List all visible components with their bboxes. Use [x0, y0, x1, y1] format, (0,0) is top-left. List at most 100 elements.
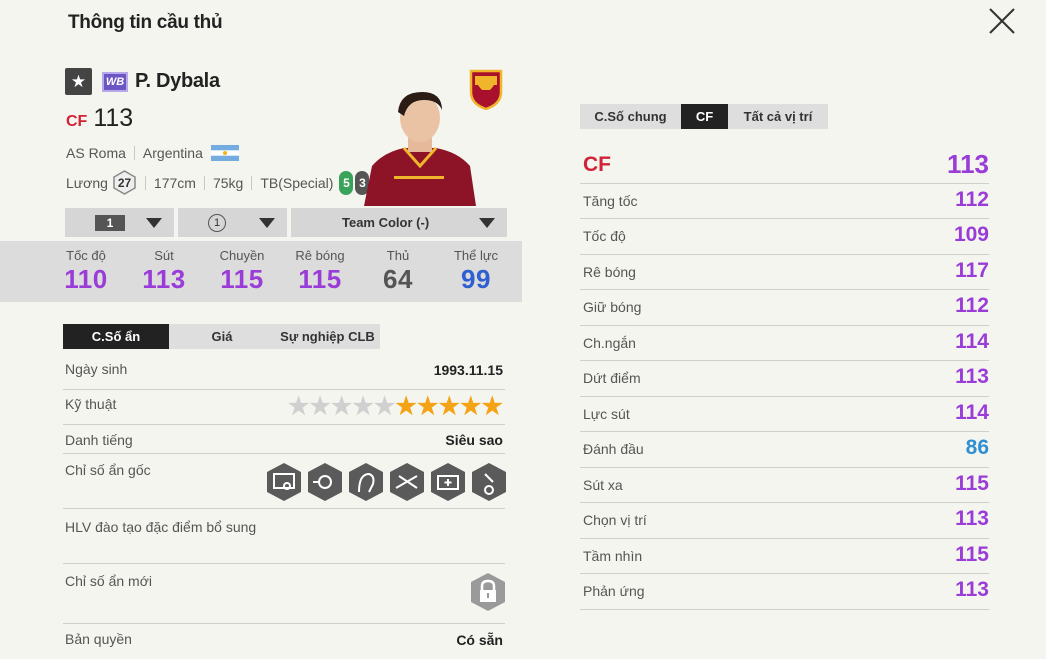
- player-photo: [364, 92, 476, 206]
- divider: [133, 146, 135, 160]
- birthday-row: Ngày sinh 1993.11.15: [63, 354, 505, 390]
- attribute-label: Tầm nhìn: [583, 547, 643, 564]
- attribute-row: Dứt điểm 113: [580, 361, 989, 397]
- divider: [203, 175, 205, 190]
- coach-traits-row: HLV đào tạo đặc điểm bổ sung: [63, 509, 505, 564]
- hidden-traits-label: Chỉ số ẩn gốc: [65, 462, 151, 478]
- skill-star-gray-icon: ★: [287, 393, 310, 420]
- player-name: P. Dybala: [135, 70, 220, 92]
- player-weight: 75kg: [212, 174, 244, 191]
- birthday-value: 1993.11.15: [433, 362, 503, 378]
- stat-pace: Tốc độ 110: [64, 248, 108, 294]
- attribute-value: 117: [955, 258, 989, 282]
- attribute-label: Lực sút: [583, 405, 630, 422]
- overall-rating: 113: [93, 104, 134, 132]
- attribute-row: Phản ứng 113: [580, 574, 989, 610]
- body-type: TB(Special): [260, 174, 334, 191]
- skill-stars: ★★★★★★★★★★: [288, 392, 503, 421]
- skill-star-gray-icon: ★: [309, 393, 331, 420]
- skill-star-icon: ★: [416, 393, 439, 420]
- hidden-traits-icons: [267, 463, 506, 501]
- stat-dribbling: Rê bóng 115: [295, 248, 345, 294]
- weak-foot-left: 5: [339, 170, 354, 195]
- birthday-label: Ngày sinh: [65, 361, 128, 377]
- attribute-label: Phản ứng: [583, 583, 645, 599]
- attribute-row: Lực sút 114: [580, 397, 989, 432]
- attribute-header-row: CF 113: [580, 148, 989, 184]
- attribute-value: 114: [955, 400, 989, 424]
- tab-hidden-stats[interactable]: C.Số ẩn: [63, 324, 169, 349]
- attribute-label: Sút xa: [583, 476, 623, 493]
- attribute-value: 113: [955, 507, 989, 530]
- reputation-label: Danh tiếng: [65, 432, 133, 448]
- tab-general-stats[interactable]: C.Số chung: [580, 104, 681, 129]
- player-header: ★ WB P. Dybala: [65, 68, 220, 95]
- attribute-label: Chọn vị trí: [583, 512, 647, 528]
- favorite-star-icon[interactable]: ★: [65, 68, 92, 95]
- attribute-row: Đánh đầu 86: [580, 432, 989, 468]
- tab-position-cf[interactable]: CF: [681, 104, 728, 129]
- attribute-value: 109: [953, 223, 989, 246]
- attribute-value: 113: [955, 578, 989, 601]
- tab-club-career[interactable]: Sự nghiệp CLB: [275, 324, 380, 349]
- attribute-value: 115: [955, 542, 989, 566]
- skill-label: Kỹ thuật: [65, 396, 117, 412]
- main-stats-band: Tốc độ 110 Sút 113 Chuyền 115 Rê bóng 115 Th…: [0, 241, 522, 302]
- new-traits-label: Chỉ số ẩn mới: [65, 573, 152, 589]
- attribute-value: 115: [955, 471, 989, 495]
- attribute-position-value: 113: [947, 149, 989, 179]
- attribute-value: 112: [955, 187, 989, 211]
- divider: [144, 175, 146, 190]
- argentina-flag-icon: [210, 145, 239, 161]
- skill-star-icon: ★: [481, 393, 503, 420]
- attribute-position-label: CF: [583, 153, 611, 176]
- attribute-row: Chọn vị trí 113: [580, 503, 989, 539]
- tab-all-positions[interactable]: Tất cả vị trí: [728, 104, 828, 129]
- attribute-row: Tăng tốc 112: [580, 184, 989, 219]
- detail-tabs: C.Số ẩn Giá Sự nghiệp CLB: [63, 324, 380, 349]
- position-label: CF: [66, 113, 88, 130]
- attribute-row: Sút xa 115: [580, 468, 989, 503]
- attribute-label: Rê bóng: [583, 263, 636, 280]
- skill-star-gray-icon: ★: [330, 393, 353, 420]
- stat-passing: Chuyền 115: [219, 248, 265, 294]
- chevron-down-icon: [479, 217, 495, 228]
- rank-value: 1: [208, 213, 226, 232]
- season-badge: WB: [102, 71, 128, 92]
- attribute-row: Ch.ngắn 114: [580, 326, 989, 361]
- player-physical-row: Lương 27 177cm 75kg TB(Special) 5 3: [66, 170, 370, 195]
- chevron-down-icon: [146, 217, 162, 228]
- level-dropdown[interactable]: 1: [65, 208, 174, 237]
- reputation-value: Siêu sao: [445, 432, 503, 448]
- wage-label: Lương: [66, 174, 108, 191]
- level-value: 1: [95, 214, 125, 231]
- attribute-row: Giữ bóng 112: [580, 290, 989, 326]
- wage-badge-icon: 27: [113, 170, 136, 195]
- close-icon[interactable]: [987, 6, 1017, 36]
- attribute-label: Tốc độ: [583, 228, 626, 244]
- lock-icon[interactable]: [469, 572, 507, 612]
- reputation-row: Danh tiếng Siêu sao: [63, 425, 505, 454]
- attribute-row: Rê bóng 117: [580, 255, 989, 290]
- attribute-label: Tăng tốc: [583, 192, 638, 209]
- club-name: AS Roma: [66, 145, 126, 161]
- new-traits-row: Chỉ số ẩn mới: [63, 564, 505, 624]
- position-tabs: C.Số chung CF Tất cả vị trí: [580, 104, 828, 129]
- stat-shooting: Sút 113: [142, 248, 186, 294]
- attribute-list: CF 113 Tăng tốc 112 Tốc độ 109 Rê bóng 117 Giữ…: [580, 148, 989, 610]
- license-value: Có sẵn: [456, 632, 503, 648]
- skill-row: Kỹ thuật ★★★★★★★★★★: [63, 390, 505, 425]
- coach-traits-label: HLV đào tạo đặc điểm bổ sung: [65, 519, 257, 535]
- hidden-traits-row: Chỉ số ẩn gốc: [63, 454, 506, 509]
- attribute-row: Tốc độ 109: [580, 219, 989, 255]
- attribute-label: Ch.ngắn: [583, 334, 636, 351]
- skill-star-gray-icon: ★: [352, 393, 374, 420]
- attribute-value: 114: [955, 329, 989, 353]
- rank-dropdown[interactable]: 1: [178, 208, 287, 237]
- attribute-label: Giữ bóng: [583, 299, 642, 315]
- club-nation-row: AS Roma Argentina: [66, 145, 239, 161]
- tab-price[interactable]: Giá: [169, 324, 275, 349]
- license-label: Bản quyền: [65, 631, 132, 647]
- team-color-dropdown[interactable]: Team Color (-): [291, 208, 507, 237]
- player-height: 177cm: [153, 174, 196, 191]
